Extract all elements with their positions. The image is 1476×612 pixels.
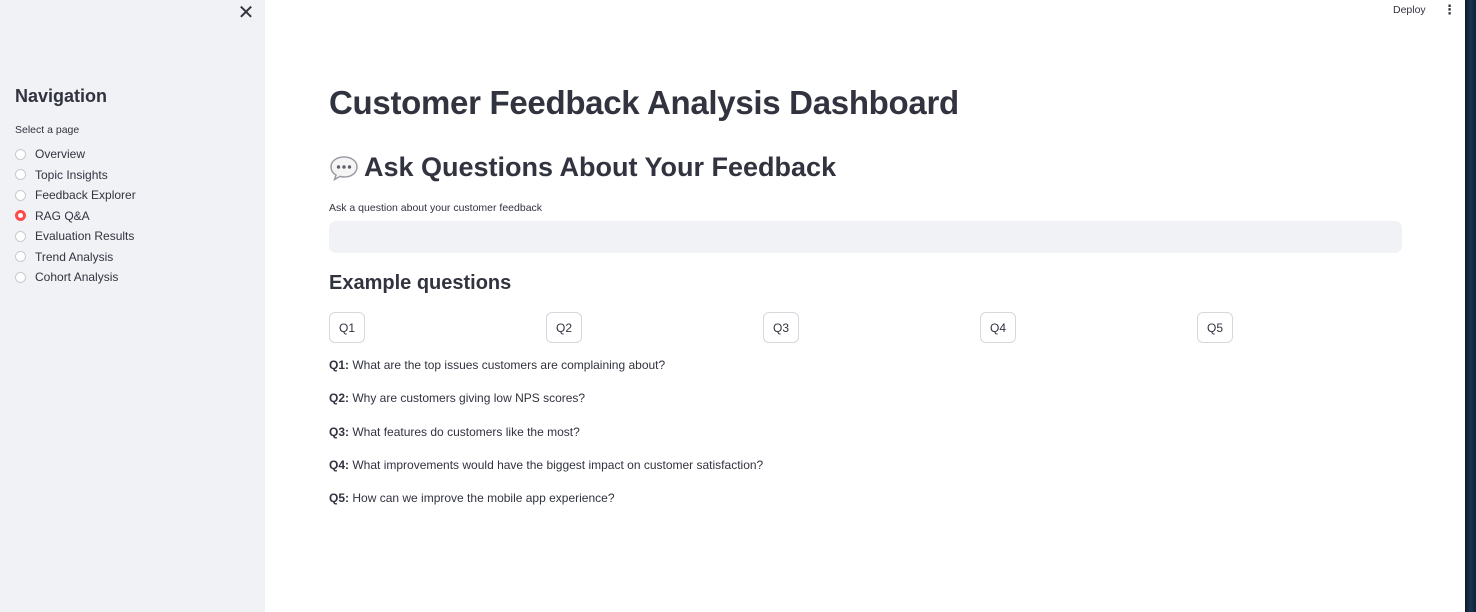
- select-page-label: Select a page: [15, 124, 80, 136]
- example-q2-button[interactable]: Q2: [546, 312, 583, 343]
- question-text: Why are customers giving low NPS scores?: [349, 391, 586, 405]
- question-key: Q2:: [329, 391, 350, 405]
- radio-label: Feedback Explorer: [35, 188, 136, 203]
- radio-label: Overview: [35, 147, 86, 162]
- radio-overview[interactable]: Overview: [15, 144, 136, 165]
- radio-button-icon[interactable]: [15, 230, 26, 242]
- radio-button-icon[interactable]: [15, 189, 26, 201]
- question-key: Q1:: [329, 358, 350, 372]
- radio-button-icon[interactable]: [15, 169, 26, 181]
- radio-button-icon[interactable]: [15, 148, 26, 160]
- example-q3-button[interactable]: Q3: [763, 312, 800, 343]
- question-text: What improvements would have the biggest…: [349, 458, 764, 472]
- example-question-2: Q2: Why are customers giving low NPS sco…: [329, 391, 585, 405]
- radio-feedback-explorer[interactable]: Feedback Explorer: [15, 185, 136, 206]
- question-input[interactable]: [329, 221, 1402, 253]
- speech-bubble-icon: [329, 155, 359, 181]
- examples-title: Example questions: [329, 272, 512, 294]
- question-key: Q5:: [329, 491, 350, 505]
- example-question-3: Q3: What features do customers like the …: [329, 425, 580, 439]
- radio-trend-analysis[interactable]: Trend Analysis: [15, 247, 136, 268]
- radio-evaluation-results[interactable]: Evaluation Results: [15, 226, 136, 247]
- deploy-button[interactable]: Deploy: [1393, 4, 1426, 16]
- radio-button-icon[interactable]: [15, 271, 26, 283]
- radio-label: Evaluation Results: [35, 229, 135, 244]
- example-q5-button[interactable]: Q5: [1197, 312, 1234, 343]
- example-q1-button[interactable]: Q1: [329, 312, 366, 343]
- close-icon: ✕: [237, 2, 255, 24]
- desktop-background-edge: [1465, 0, 1476, 612]
- sidebar: ✕ Navigation Select a page Overview Topi…: [0, 0, 265, 612]
- example-question-1: Q1: What are the top issues customers ar…: [329, 358, 665, 372]
- page-title: Customer Feedback Analysis Dashboard: [329, 84, 959, 121]
- kebab-menu-icon[interactable]: ⋮: [1443, 3, 1456, 17]
- radio-label: Trend Analysis: [35, 249, 114, 264]
- radio-button-selected-icon[interactable]: [15, 210, 26, 222]
- example-q4-button[interactable]: Q4: [980, 312, 1017, 343]
- question-text: What are the top issues customers are co…: [349, 358, 666, 372]
- radio-button-icon[interactable]: [15, 251, 26, 263]
- question-key: Q4:: [329, 458, 350, 472]
- radio-cohort-analysis[interactable]: Cohort Analysis: [15, 267, 136, 288]
- question-text: How can we improve the mobile app experi…: [349, 491, 615, 505]
- radio-rag-qa[interactable]: RAG Q&A: [15, 206, 136, 227]
- sidebar-title: Navigation: [15, 86, 108, 106]
- radio-label: Cohort Analysis: [35, 270, 119, 285]
- question-input-label: Ask a question about your customer feedb…: [329, 202, 543, 214]
- example-question-4: Q4: What improvements would have the big…: [329, 458, 763, 472]
- close-sidebar-button[interactable]: ✕: [236, 3, 256, 23]
- section-title: Ask Questions About Your Feedback: [329, 152, 836, 183]
- section-title-text: Ask Questions About Your Feedback: [364, 152, 837, 182]
- question-text: What features do customers like the most…: [349, 425, 580, 439]
- example-question-5: Q5: How can we improve the mobile app ex…: [329, 491, 615, 505]
- radio-label: Topic Insights: [35, 167, 108, 182]
- radio-topic-insights[interactable]: Topic Insights: [15, 165, 136, 186]
- radio-label: RAG Q&A: [35, 208, 90, 223]
- page-radio-group: Overview Topic Insights Feedback Explore…: [15, 144, 136, 288]
- question-key: Q3:: [329, 425, 350, 439]
